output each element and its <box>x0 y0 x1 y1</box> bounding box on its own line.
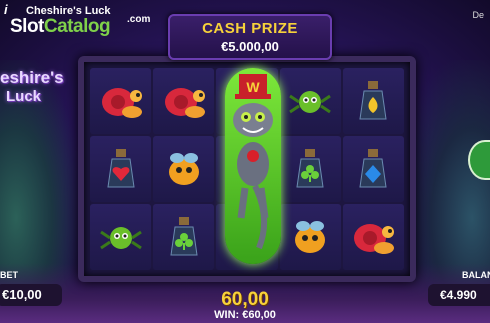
cash-prize-value: €5.000,00 <box>221 39 279 54</box>
symbol-potion-green <box>279 136 341 202</box>
symbol-spider-green <box>90 204 152 270</box>
menu-button[interactable]: De <box>472 10 484 20</box>
watermark-catalog: Catalog <box>43 16 111 37</box>
symbol-potion-green <box>153 204 215 270</box>
symbol-snail-red <box>153 68 215 134</box>
watermark-com: .com <box>127 14 151 25</box>
potion-yellow-icon <box>359 81 387 120</box>
potion-green-icon <box>296 149 324 188</box>
potion-blue-icon <box>359 149 387 188</box>
symbol-potion-red <box>90 136 152 202</box>
balance-label: BALAN <box>462 270 490 280</box>
cash-prize-plaque: CASH PRIZE €5.000,00 <box>168 14 332 60</box>
bug-orange-icon <box>295 221 326 253</box>
potion-red-icon <box>107 149 135 188</box>
symbol-bug-orange <box>153 136 215 202</box>
reel-frame: W <box>78 56 416 282</box>
symbol-potion-blue <box>342 136 404 202</box>
bet-label: BET <box>0 270 18 280</box>
symbol-snail-red <box>90 68 152 134</box>
win-amount: 60,00 <box>221 289 269 310</box>
logo-line1: eshire's <box>0 68 64 87</box>
symbol-potion-yellow <box>342 68 404 134</box>
watermark-slot: Slot <box>10 16 44 37</box>
snail-red-icon <box>101 88 142 118</box>
watermark-i: i <box>4 2 8 17</box>
spider-green-icon <box>289 91 332 114</box>
logo-line2: Luck <box>6 88 42 105</box>
symbol-snail-red <box>342 204 404 270</box>
bug-orange-icon <box>168 153 199 185</box>
svg-text:W: W <box>246 79 260 95</box>
potion-green-icon <box>170 217 198 256</box>
spider-green-icon <box>99 227 142 250</box>
symbol-spider-green <box>279 68 341 134</box>
cash-prize-title: CASH PRIZE <box>202 20 298 37</box>
symbol-bug-orange <box>279 204 341 270</box>
wild-cat-expanded: W <box>225 68 281 264</box>
snail-red-icon <box>164 88 205 118</box>
win-label: WIN: €60,00 <box>214 309 276 321</box>
watermark-brand: SlotCatalog <box>10 16 111 38</box>
snail-red-icon <box>354 224 395 254</box>
game-logo: eshire's Luck <box>0 68 82 105</box>
slotcatalog-watermark: i Cheshire's Luck SlotCatalog .com <box>4 2 154 40</box>
cheshire-cat-icon: W <box>233 74 273 250</box>
